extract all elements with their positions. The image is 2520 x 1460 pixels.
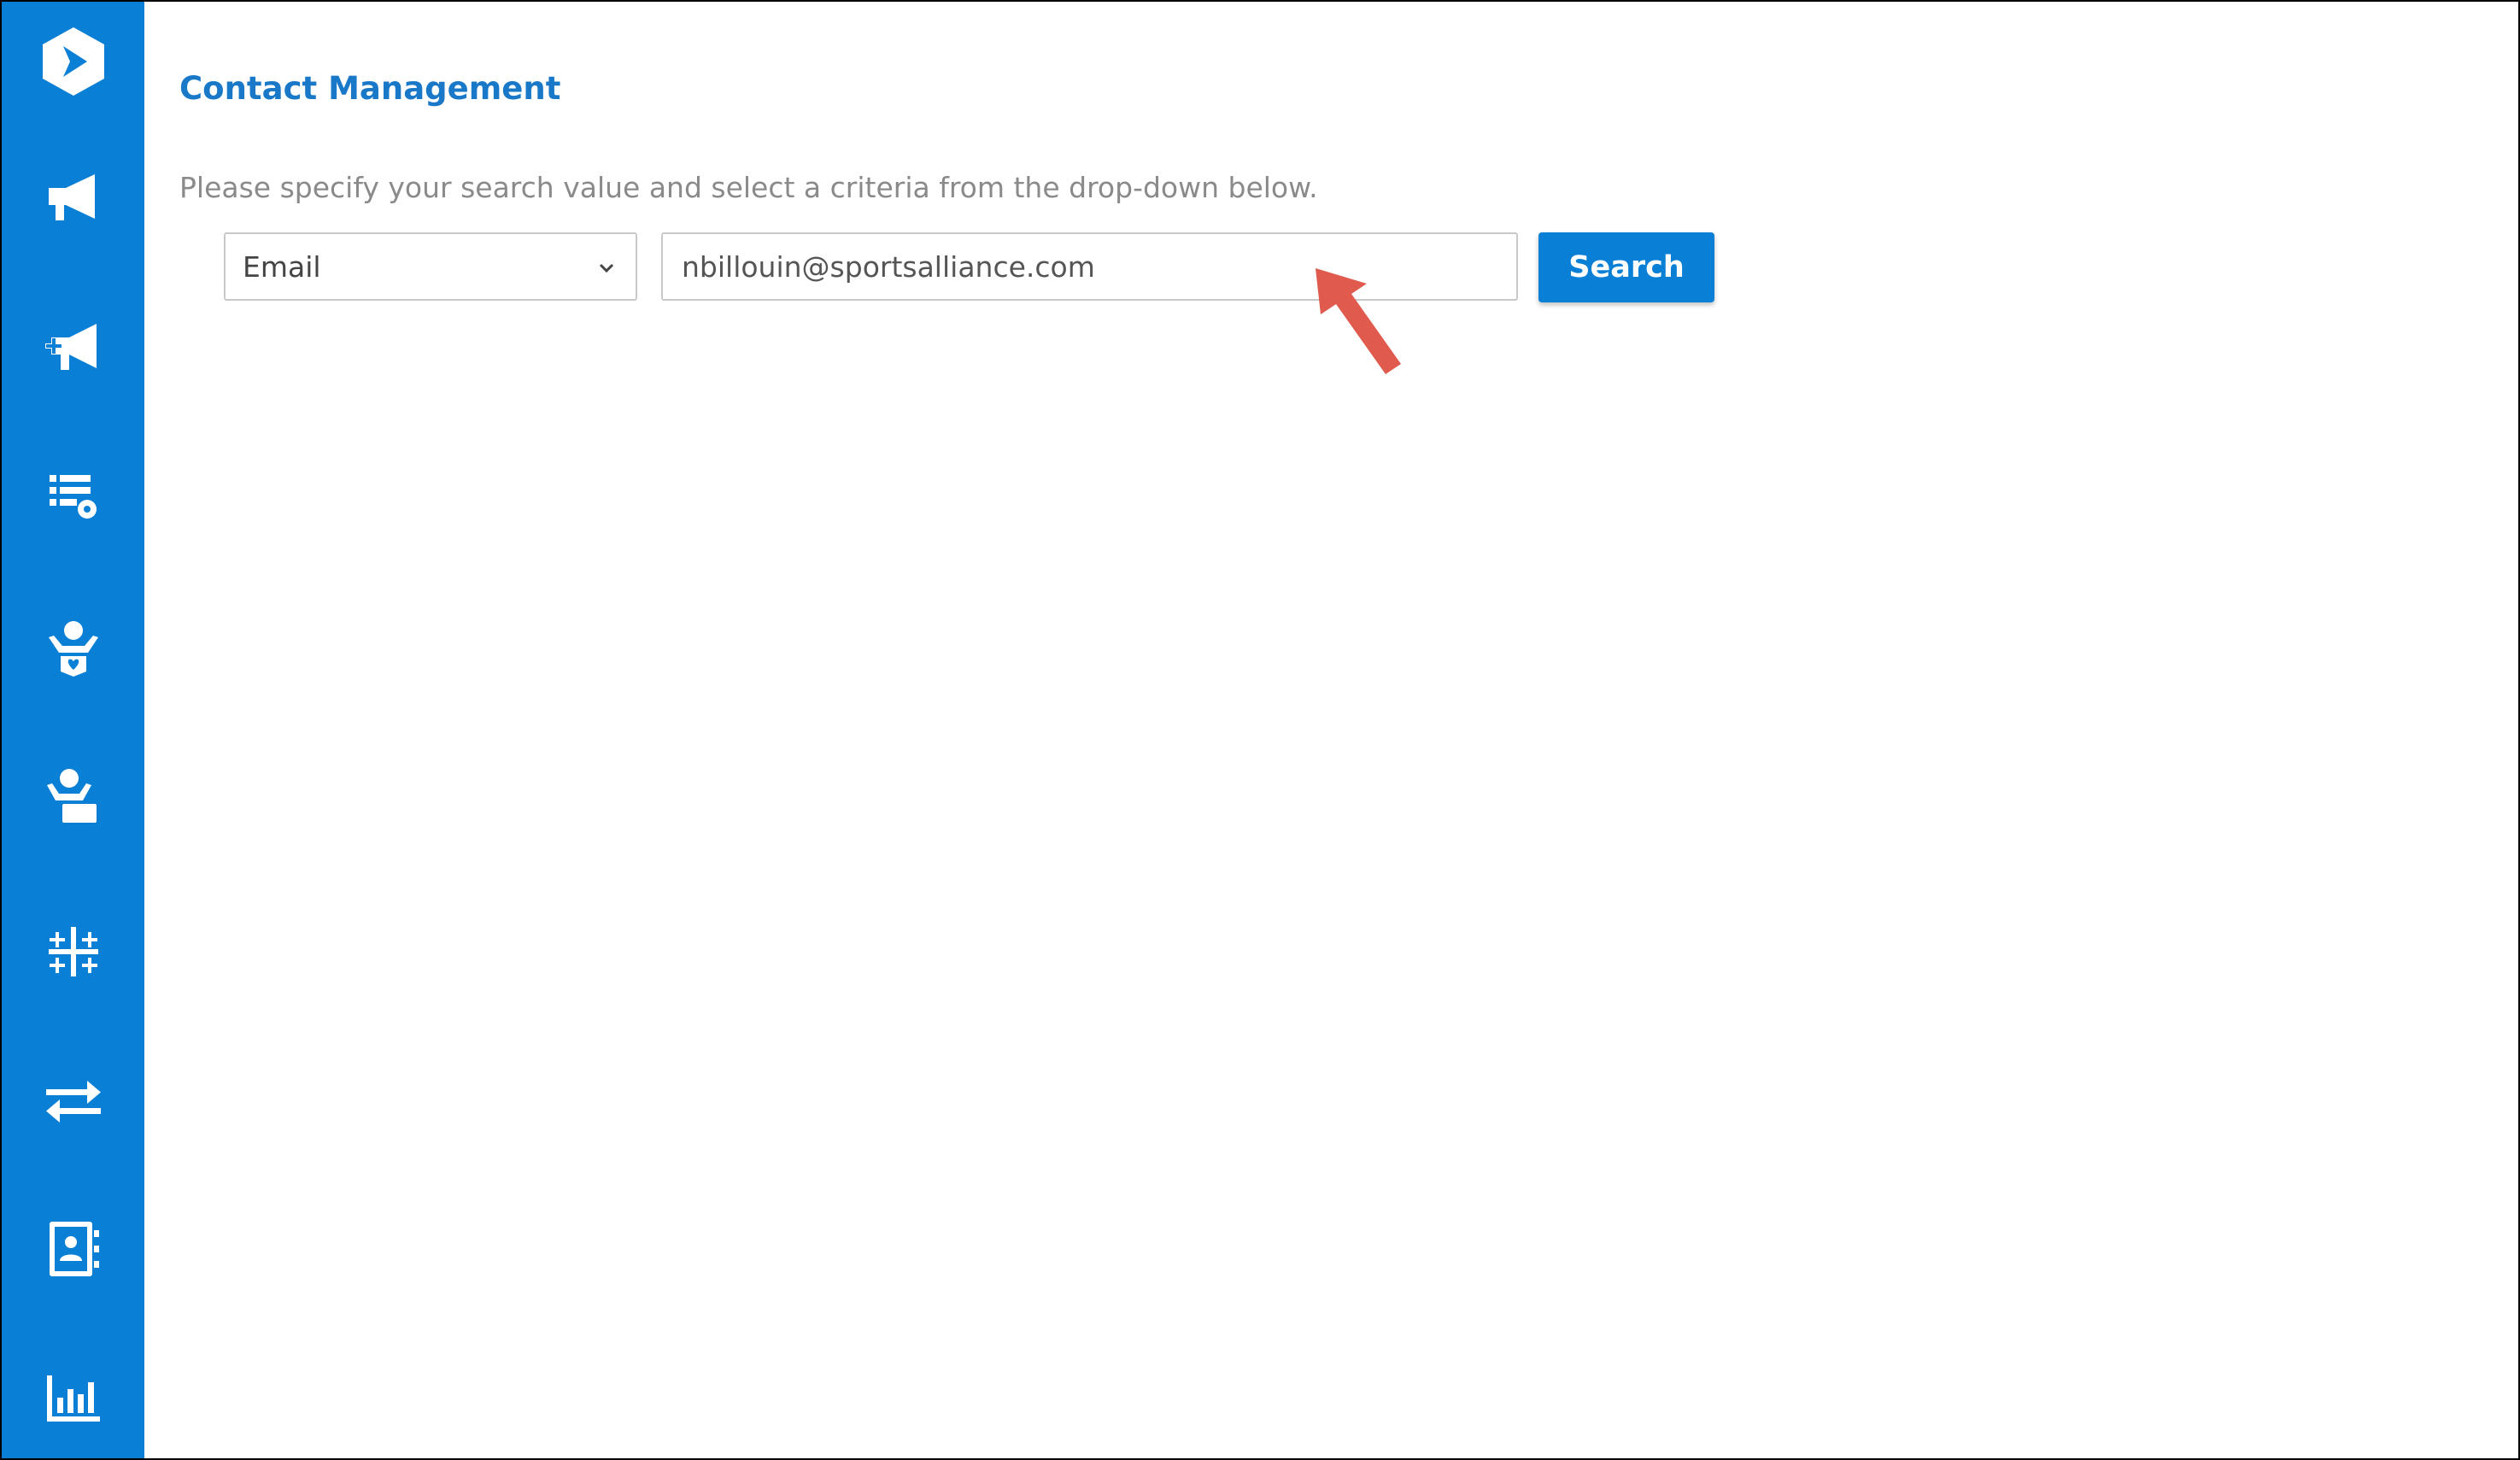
megaphone-icon	[48, 174, 95, 220]
sidebar-item-new-campaign[interactable]	[2, 301, 144, 395]
search-button[interactable]: Search	[1538, 232, 1714, 302]
sidebar-item-transfers[interactable]	[2, 1054, 144, 1148]
logo-icon	[42, 27, 104, 96]
tableau-icon	[48, 927, 98, 976]
user-card-icon	[46, 769, 97, 823]
sidebar	[2, 2, 144, 1458]
sidebar-item-lists[interactable]	[2, 449, 144, 542]
criteria-dropdown[interactable]: Email	[224, 232, 637, 301]
bar-chart-icon	[46, 1375, 100, 1422]
sidebar-item-analytics[interactable]	[2, 905, 144, 999]
annotation-arrow-icon	[1316, 268, 1401, 374]
sidebar-item-donors[interactable]	[2, 601, 144, 695]
megaphone-add-icon	[44, 324, 97, 370]
user-heart-icon	[48, 621, 98, 677]
list-settings-icon	[49, 475, 97, 519]
sidebar-item-campaigns[interactable]	[2, 151, 144, 245]
criteria-selected-value: Email	[243, 249, 321, 284]
app-frame	[0, 0, 2520, 1460]
sidebar-item-reports[interactable]	[2, 1352, 144, 1445]
sidebar-item-volunteers[interactable]	[2, 749, 144, 843]
swap-arrows-icon	[45, 1081, 101, 1123]
search-instructions: Please specify your search value and sel…	[179, 171, 1318, 204]
sidebar-item-contacts[interactable]	[2, 1202, 144, 1296]
page-title: Contact Management	[179, 70, 561, 107]
contact-book-icon	[49, 1222, 99, 1276]
sidebar-item-home[interactable]	[2, 15, 144, 108]
chevron-down-icon	[599, 263, 614, 273]
